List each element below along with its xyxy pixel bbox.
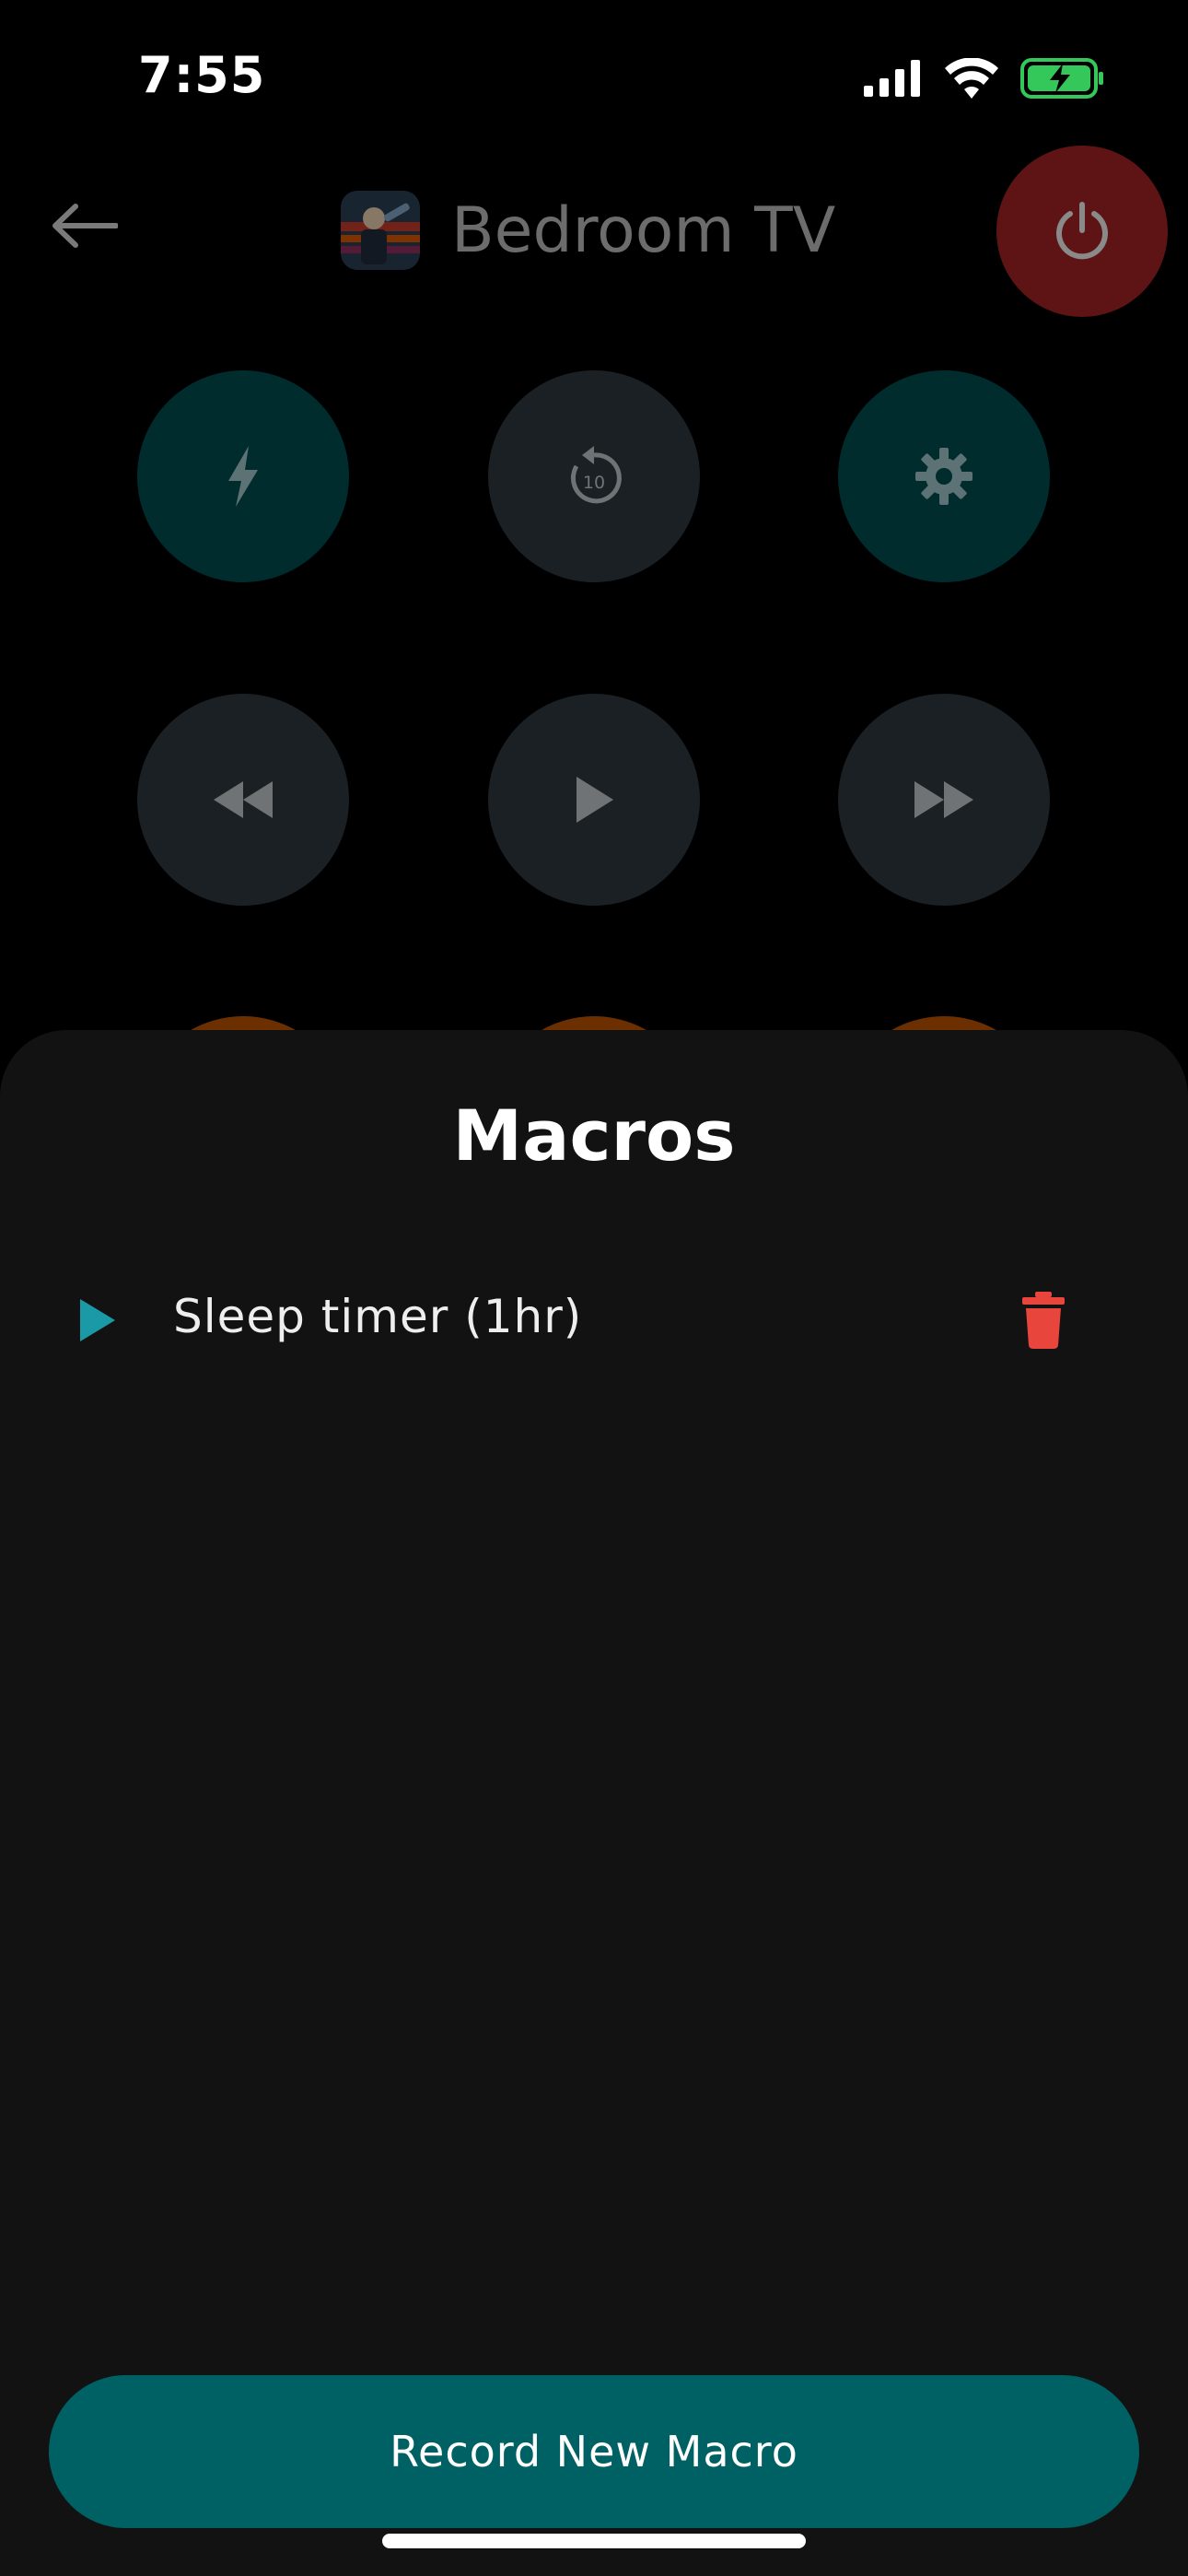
- device-avatar: [341, 191, 420, 270]
- back-button[interactable]: [48, 189, 122, 263]
- macro-label: Sleep timer (1hr): [173, 1290, 583, 1343]
- sheet-title: Macros: [452, 1095, 736, 1177]
- record-new-macro-button[interactable]: Record New Macro: [49, 2375, 1139, 2528]
- home-indicator: [382, 2534, 806, 2548]
- replay-10-icon: 10: [570, 446, 622, 504]
- remote-background: Bedroom TV 10: [0, 0, 1188, 1228]
- macro-play-button[interactable]: [64, 1288, 129, 1352]
- gear-icon: [915, 448, 973, 505]
- fast-forward-button[interactable]: [838, 694, 1050, 906]
- rewind-icon: [214, 781, 273, 818]
- lightning-bolt-icon: [228, 446, 258, 507]
- replay-10-button[interactable]: 10: [488, 370, 700, 582]
- macros-sheet: Macros Sleep timer (1hr) Record New Macr…: [0, 1030, 1188, 2576]
- settings-button[interactable]: [838, 370, 1050, 582]
- play-button[interactable]: [488, 694, 700, 906]
- list-item[interactable]: Sleep timer (1hr): [0, 1260, 1188, 1380]
- quick-action-button[interactable]: [137, 370, 349, 582]
- header: Bedroom TV: [341, 189, 835, 272]
- screen: 7:55 Bedroom TV 10 Macros Sleep timer (1…: [0, 0, 1188, 2576]
- arrow-left-icon: [52, 204, 118, 248]
- trash-icon: [1022, 1292, 1065, 1349]
- replay-10-label: 10: [583, 473, 605, 493]
- play-icon: [80, 1299, 115, 1341]
- play-icon: [577, 777, 613, 823]
- rewind-button[interactable]: [137, 694, 349, 906]
- page-title: Bedroom TV: [451, 193, 836, 267]
- power-button[interactable]: [996, 146, 1168, 317]
- macro-delete-button[interactable]: [1013, 1283, 1074, 1357]
- power-icon: [1056, 202, 1108, 260]
- fast-forward-icon: [914, 781, 973, 818]
